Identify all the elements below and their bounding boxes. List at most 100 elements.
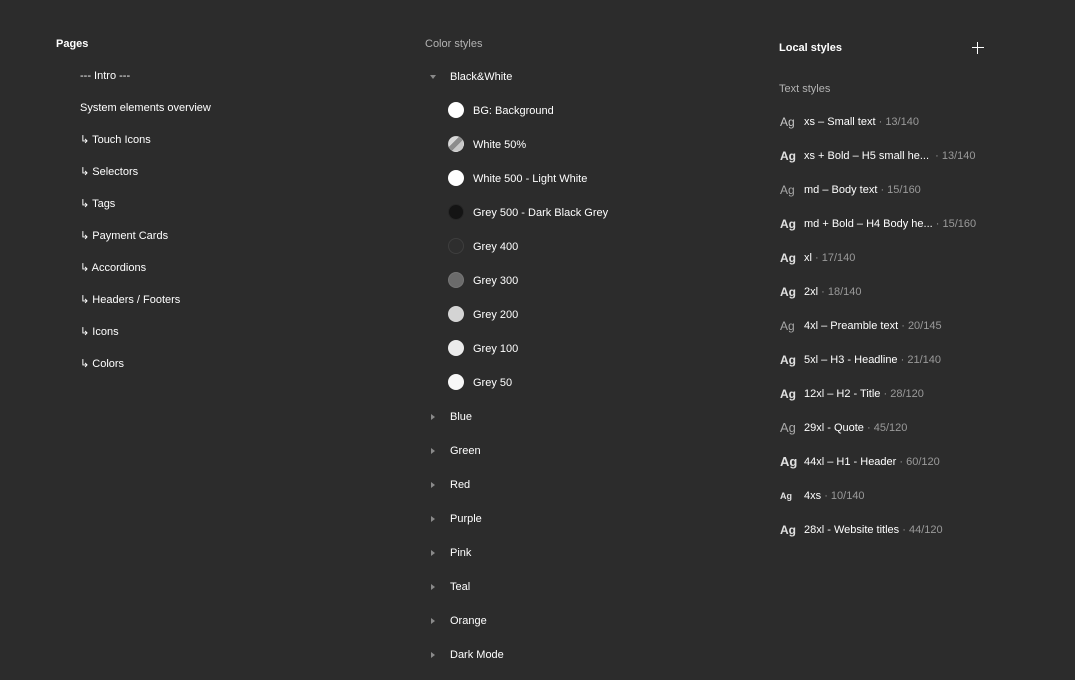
color-group-label: Red xyxy=(450,479,471,491)
color-group-label: Orange xyxy=(450,615,487,627)
local-styles-title: Local styles xyxy=(779,42,842,54)
text-style-name: md – Body text xyxy=(804,184,878,196)
color-group-label: Blue xyxy=(450,411,473,423)
text-style-name: 2xl xyxy=(804,286,819,298)
text-style-meta: · 44/120 xyxy=(902,524,943,536)
text-style-meta: · 15/160 xyxy=(880,184,921,196)
text-style-meta: · 45/120 xyxy=(866,422,908,434)
text-style-preview-icon: Ag xyxy=(780,420,796,435)
color-swatch xyxy=(448,136,464,152)
text-style-meta: · 18/140 xyxy=(821,286,862,298)
text-style-item[interactable]: Ag 44xl – H1 - Header · 60/120 xyxy=(779,453,999,471)
color-swatch xyxy=(448,238,464,254)
color-styles-title: Color styles xyxy=(425,38,483,50)
text-style-name: 4xs xyxy=(804,490,822,502)
text-style-preview-icon: Ag xyxy=(780,491,792,501)
color-style-label: Grey 100 xyxy=(473,343,519,355)
color-swatch xyxy=(448,272,464,288)
color-style-label: White 50% xyxy=(473,139,527,151)
caret-right-icon[interactable] xyxy=(431,618,435,624)
text-style-meta: · 13/140 xyxy=(935,150,976,162)
color-style-label: Grey 50 xyxy=(473,377,513,389)
color-group-label: Purple xyxy=(450,513,482,525)
color-group-label: Pink xyxy=(450,547,472,559)
text-style-item[interactable]: Ag xl · 17/140 xyxy=(779,249,999,267)
text-style-meta: · 17/140 xyxy=(815,252,856,264)
caret-right-icon[interactable] xyxy=(431,516,435,522)
text-style-item[interactable]: Ag 28xl - Website titles · 44/120 xyxy=(779,521,999,539)
plus-icon[interactable] xyxy=(971,41,985,55)
text-style-preview-icon: Ag xyxy=(780,251,796,265)
page-item[interactable]: ↳ Touch Icons xyxy=(80,132,151,148)
local-styles-panel: Local styles Text styles Ag xs – Small t… xyxy=(779,40,999,537)
page-item[interactable]: System elements overview xyxy=(80,100,211,116)
color-style-label: Grey 200 xyxy=(473,309,519,321)
color-styles-panel: Color styles Black&White BG: Background … xyxy=(425,36,745,661)
text-style-meta: · 13/140 xyxy=(878,116,919,128)
page-item[interactable]: ↳ Tags xyxy=(80,196,115,212)
color-style-label: Grey 300 xyxy=(473,275,519,287)
color-swatch xyxy=(448,170,464,186)
color-swatch xyxy=(448,102,464,118)
text-style-name: 12xl – H2 - Title xyxy=(804,388,881,400)
text-style-preview-icon: Ag xyxy=(780,387,796,401)
text-styles-title: Text styles xyxy=(779,83,831,95)
text-style-preview-icon: Ag xyxy=(780,217,796,231)
text-style-preview-icon: Ag xyxy=(780,454,798,469)
text-style-meta: · 20/145 xyxy=(901,320,942,332)
caret-down-icon[interactable] xyxy=(430,75,436,79)
text-style-item[interactable]: Ag 29xl - Quote · 45/120 xyxy=(779,419,999,437)
text-style-preview-icon: Ag xyxy=(780,353,796,367)
text-style-preview-icon: Ag xyxy=(780,523,796,537)
caret-right-icon[interactable] xyxy=(431,584,435,590)
color-group-label: Dark Mode xyxy=(450,649,504,661)
page-item[interactable]: ↳ Selectors xyxy=(80,164,138,180)
color-group-label: Green xyxy=(450,445,481,457)
caret-right-icon[interactable] xyxy=(431,550,435,556)
text-style-name: 4xl – Preamble text xyxy=(804,320,899,332)
text-style-name: 28xl - Website titles xyxy=(804,524,900,536)
page-item[interactable]: ↳ Icons xyxy=(80,324,119,340)
text-style-name: 44xl – H1 - Header xyxy=(804,456,897,468)
caret-right-icon[interactable] xyxy=(431,414,435,420)
text-style-item[interactable]: Ag xs + Bold – H5 small he... · 13/140 xyxy=(779,147,999,165)
text-style-preview-icon: Ag xyxy=(780,183,795,197)
text-style-preview-icon: Ag xyxy=(780,115,795,129)
text-style-meta: · 21/140 xyxy=(900,354,941,366)
text-style-item[interactable]: Ag 12xl – H2 - Title · 28/120 xyxy=(779,385,999,403)
color-group-label: Teal xyxy=(450,581,471,593)
pages-panel: Pages --- Intro --- System elements over… xyxy=(56,36,356,370)
text-style-meta: · 60/120 xyxy=(899,456,940,468)
color-swatch xyxy=(448,340,464,356)
text-style-item[interactable]: Ag 4xl – Preamble text · 20/145 xyxy=(779,317,999,335)
text-style-item[interactable]: Ag 2xl · 18/140 xyxy=(779,283,999,301)
text-style-item[interactable]: Ag 5xl – H3 - Headline · 21/140 xyxy=(779,351,999,369)
text-style-item[interactable]: Ag md – Body text · 15/160 xyxy=(779,181,999,199)
color-style-label: BG: Background xyxy=(473,105,554,117)
text-style-item[interactable]: Ag xs – Small text · 13/140 xyxy=(779,113,999,131)
text-style-meta: · 28/120 xyxy=(883,388,924,400)
color-group-label: Black&White xyxy=(450,71,513,83)
page-item[interactable]: ↳ Colors xyxy=(80,356,124,372)
page-item[interactable]: ↳ Accordions xyxy=(80,260,146,276)
color-swatch xyxy=(448,306,464,322)
page-item[interactable]: ↳ Payment Cards xyxy=(80,228,168,244)
text-style-name: 29xl - Quote xyxy=(804,422,864,434)
text-style-item[interactable]: Ag 4xs · 10/140 xyxy=(779,487,999,505)
pages-title: Pages xyxy=(56,38,89,50)
caret-right-icon[interactable] xyxy=(431,482,435,488)
color-swatch xyxy=(448,374,464,390)
page-item[interactable]: --- Intro --- xyxy=(80,68,130,84)
page-item[interactable]: ↳ Headers / Footers xyxy=(80,292,180,308)
text-style-name: xl xyxy=(804,252,812,264)
color-swatch xyxy=(448,204,464,220)
text-style-name: md + Bold – H4 Body he... xyxy=(804,218,933,230)
text-style-preview-icon: Ag xyxy=(780,149,796,163)
text-style-meta: · 10/140 xyxy=(824,490,865,502)
text-style-preview-icon: Ag xyxy=(780,285,796,299)
caret-right-icon[interactable] xyxy=(431,652,435,658)
caret-right-icon[interactable] xyxy=(431,448,435,454)
color-style-label: White 500 - Light White xyxy=(473,173,588,185)
text-style-preview-icon: Ag xyxy=(780,319,795,333)
text-style-item[interactable]: Ag md + Bold – H4 Body he... · 15/160 xyxy=(779,215,999,233)
